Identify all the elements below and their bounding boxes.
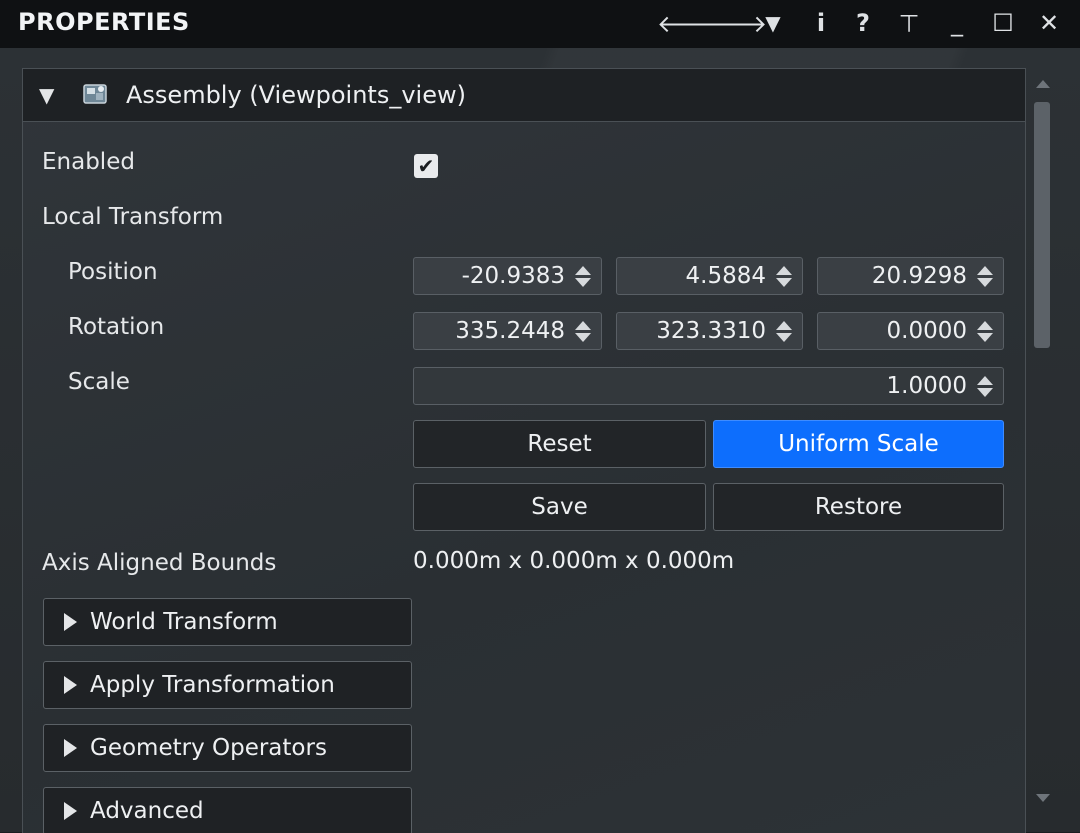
assembly-icon [83, 84, 107, 104]
close-icon[interactable]: ✕ [1034, 8, 1064, 38]
checkmark-icon: ✔ [417, 154, 435, 178]
position-y-field[interactable]: 4.5884 [616, 257, 803, 295]
reset-button[interactable]: Reset [413, 420, 706, 468]
rotation-x-field[interactable]: 335.2448 [413, 312, 602, 350]
window-title: PROPERTIES [18, 8, 190, 36]
uniform-scale-button[interactable]: Uniform Scale [713, 420, 1004, 468]
spin-arrows-icon[interactable] [772, 261, 796, 291]
properties-content: ▼ Assembly (Viewpoints_view) Enabled ✔ L… [0, 48, 1080, 833]
spin-arrows-icon[interactable] [571, 261, 595, 291]
position-y-value: 4.5884 [685, 263, 766, 289]
expand-arrow-icon [64, 676, 77, 694]
dropdown-icon[interactable]: ▼ [758, 8, 788, 38]
scale-value: 1.0000 [886, 373, 967, 399]
expand-arrow-icon [64, 802, 77, 820]
scale-field[interactable]: 1.0000 [413, 367, 1004, 405]
enabled-label: Enabled [42, 149, 135, 175]
local-transform-label: Local Transform [42, 204, 224, 230]
spin-arrows-icon[interactable] [772, 316, 796, 346]
restore-button[interactable]: Restore [713, 483, 1004, 531]
rotation-x-value: 335.2448 [455, 318, 565, 344]
position-x-field[interactable]: -20.9383 [413, 257, 602, 295]
axis-aligned-bounds-label: Axis Aligned Bounds [42, 550, 277, 576]
titlebar: PROPERTIES 🡐 🡒 ▼ i ? ⊥ _ ☐ ✕ [0, 0, 1080, 48]
spin-arrows-icon[interactable] [973, 316, 997, 346]
spin-arrows-icon[interactable] [973, 261, 997, 291]
section-apply-transformation[interactable]: Apply Transformation [43, 661, 412, 709]
rotation-label: Rotation [68, 314, 165, 340]
position-z-field[interactable]: 20.9298 [817, 257, 1004, 295]
back-arrow-icon[interactable]: 🡐 [657, 8, 721, 38]
scroll-down-icon[interactable] [1036, 794, 1050, 802]
properties-window: PROPERTIES 🡐 🡒 ▼ i ? ⊥ _ ☐ ✕ ▼ Assembly … [0, 0, 1080, 833]
rotation-y-field[interactable]: 323.3310 [616, 312, 803, 350]
section-title: World Transform [90, 609, 278, 635]
help-icon[interactable]: ? [848, 8, 878, 38]
position-x-value: -20.9383 [461, 263, 565, 289]
position-z-value: 20.9298 [871, 263, 967, 289]
expand-arrow-icon [64, 613, 77, 631]
section-title: Apply Transformation [90, 672, 335, 698]
assembly-panel-header[interactable]: ▼ Assembly (Viewpoints_view) [23, 69, 1025, 122]
scrollbar-thumb[interactable] [1034, 102, 1050, 348]
rotation-z-field[interactable]: 0.0000 [817, 312, 1004, 350]
scale-label: Scale [68, 369, 130, 395]
spin-arrows-icon[interactable] [571, 316, 595, 346]
position-label: Position [68, 259, 158, 285]
minimize-icon[interactable]: _ [942, 8, 972, 38]
section-title: Advanced [90, 798, 204, 824]
save-button[interactable]: Save [413, 483, 706, 531]
section-world-transform[interactable]: World Transform [43, 598, 412, 646]
panel-title: Assembly (Viewpoints_view) [126, 81, 466, 109]
vertical-scrollbar[interactable] [1032, 70, 1054, 824]
info-icon[interactable]: i [806, 8, 836, 38]
pin-icon[interactable]: ⊥ [894, 8, 924, 38]
section-geometry-operators[interactable]: Geometry Operators [43, 724, 412, 772]
expand-arrow-icon [64, 739, 77, 757]
enabled-checkbox[interactable]: ✔ [414, 154, 438, 178]
section-advanced[interactable]: Advanced [43, 787, 412, 833]
collapse-arrow-icon[interactable]: ▼ [39, 83, 54, 107]
rotation-y-value: 323.3310 [656, 318, 766, 344]
maximize-icon[interactable]: ☐ [988, 8, 1018, 38]
scroll-up-icon[interactable] [1036, 80, 1050, 88]
forward-arrow-icon[interactable]: 🡒 [703, 8, 767, 38]
spin-arrows-icon[interactable] [973, 371, 997, 401]
assembly-panel: ▼ Assembly (Viewpoints_view) Enabled ✔ L… [22, 68, 1026, 833]
axis-aligned-bounds-value: 0.000m x 0.000m x 0.000m [413, 548, 735, 574]
section-title: Geometry Operators [90, 735, 327, 761]
rotation-z-value: 0.0000 [886, 318, 967, 344]
